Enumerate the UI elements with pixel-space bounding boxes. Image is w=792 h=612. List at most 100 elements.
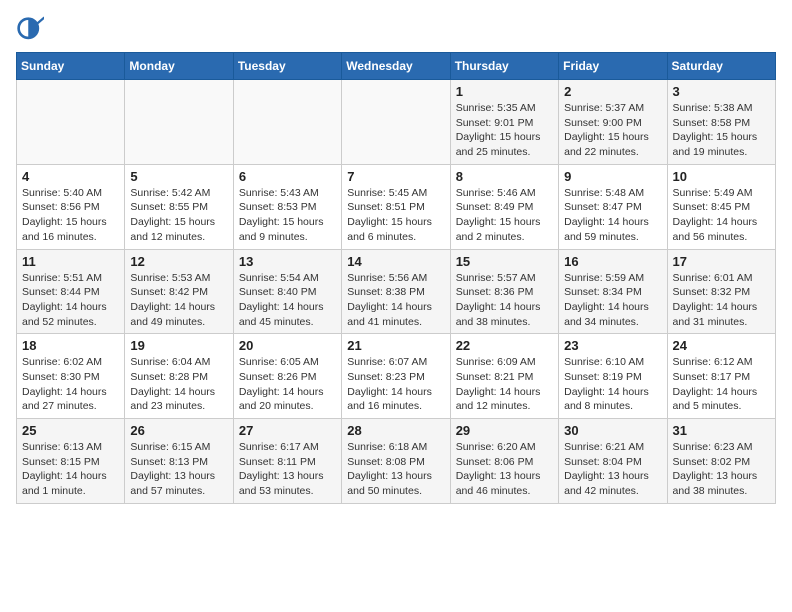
calendar-cell: 15 Sunrise: 5:57 AM Sunset: 8:36 PM Dayli… [450,249,558,334]
calendar-cell: 2 Sunrise: 5:37 AM Sunset: 9:00 PM Daylig… [559,80,667,165]
day-info: Sunrise: 5:38 AM Sunset: 8:58 PM Dayligh… [673,101,770,160]
day-info: Sunrise: 5:56 AM Sunset: 8:38 PM Dayligh… [347,271,444,330]
day-number: 15 [456,254,553,269]
calendar-cell: 17 Sunrise: 6:01 AM Sunset: 8:32 PM Dayli… [667,249,775,334]
day-info: Sunrise: 6:09 AM Sunset: 8:21 PM Dayligh… [456,355,553,414]
day-info: Sunrise: 5:45 AM Sunset: 8:51 PM Dayligh… [347,186,444,245]
day-number: 16 [564,254,661,269]
day-number: 31 [673,423,770,438]
calendar-cell: 8 Sunrise: 5:46 AM Sunset: 8:49 PM Daylig… [450,164,558,249]
col-header-wednesday: Wednesday [342,53,450,80]
day-info: Sunrise: 5:51 AM Sunset: 8:44 PM Dayligh… [22,271,119,330]
calendar-cell: 23 Sunrise: 6:10 AM Sunset: 8:19 PM Dayli… [559,334,667,419]
calendar-cell [233,80,341,165]
day-number: 2 [564,84,661,99]
calendar-week-row: 11 Sunrise: 5:51 AM Sunset: 8:44 PM Dayli… [17,249,776,334]
day-info: Sunrise: 5:57 AM Sunset: 8:36 PM Dayligh… [456,271,553,330]
day-info: Sunrise: 5:53 AM Sunset: 8:42 PM Dayligh… [130,271,227,330]
day-number: 6 [239,169,336,184]
col-header-tuesday: Tuesday [233,53,341,80]
day-info: Sunrise: 6:13 AM Sunset: 8:15 PM Dayligh… [22,440,119,499]
calendar-cell: 25 Sunrise: 6:13 AM Sunset: 8:15 PM Dayli… [17,419,125,504]
calendar-cell: 29 Sunrise: 6:20 AM Sunset: 8:06 PM Dayli… [450,419,558,504]
calendar-cell: 24 Sunrise: 6:12 AM Sunset: 8:17 PM Dayli… [667,334,775,419]
day-info: Sunrise: 6:15 AM Sunset: 8:13 PM Dayligh… [130,440,227,499]
day-number: 25 [22,423,119,438]
calendar-cell: 18Sunrise: 6:02 AM Sunset: 8:30 PM Dayli… [17,334,125,419]
day-number: 27 [239,423,336,438]
day-info: Sunrise: 6:20 AM Sunset: 8:06 PM Dayligh… [456,440,553,499]
calendar-cell: 6 Sunrise: 5:43 AM Sunset: 8:53 PM Daylig… [233,164,341,249]
day-info: Sunrise: 5:48 AM Sunset: 8:47 PM Dayligh… [564,186,661,245]
day-number: 14 [347,254,444,269]
calendar-cell: 1 Sunrise: 5:35 AM Sunset: 9:01 PM Daylig… [450,80,558,165]
calendar-cell: 13 Sunrise: 5:54 AM Sunset: 8:40 PM Dayli… [233,249,341,334]
day-number: 29 [456,423,553,438]
day-info: Sunrise: 6:18 AM Sunset: 8:08 PM Dayligh… [347,440,444,499]
logo [16,16,48,44]
calendar-cell: 28 Sunrise: 6:18 AM Sunset: 8:08 PM Dayli… [342,419,450,504]
calendar-cell: 4 Sunrise: 5:40 AM Sunset: 8:56 PM Daylig… [17,164,125,249]
calendar-cell [17,80,125,165]
calendar-cell: 12 Sunrise: 5:53 AM Sunset: 8:42 PM Dayli… [125,249,233,334]
day-number: 5 [130,169,227,184]
calendar-cell: 11 Sunrise: 5:51 AM Sunset: 8:44 PM Dayli… [17,249,125,334]
day-info: Sunrise: 5:59 AM Sunset: 8:34 PM Dayligh… [564,271,661,330]
day-info: Sunrise: 5:54 AM Sunset: 8:40 PM Dayligh… [239,271,336,330]
calendar-cell: 19Sunrise: 6:04 AM Sunset: 8:28 PM Dayli… [125,334,233,419]
calendar-cell: 20 Sunrise: 6:05 AM Sunset: 8:26 PM Dayli… [233,334,341,419]
calendar-cell: 22 Sunrise: 6:09 AM Sunset: 8:21 PM Dayli… [450,334,558,419]
day-number: 10 [673,169,770,184]
day-number: 23 [564,338,661,353]
day-info: Sunrise: 5:46 AM Sunset: 8:49 PM Dayligh… [456,186,553,245]
day-info: Sunrise: 5:49 AM Sunset: 8:45 PM Dayligh… [673,186,770,245]
day-info: Sunrise: 6:10 AM Sunset: 8:19 PM Dayligh… [564,355,661,414]
calendar-cell: 31 Sunrise: 6:23 AM Sunset: 8:02 PM Dayli… [667,419,775,504]
day-info: Sunrise: 6:01 AM Sunset: 8:32 PM Dayligh… [673,271,770,330]
day-number: 11 [22,254,119,269]
day-number: 22 [456,338,553,353]
day-info: Sunrise: 6:05 AM Sunset: 8:26 PM Dayligh… [239,355,336,414]
calendar-week-row: 4 Sunrise: 5:40 AM Sunset: 8:56 PM Daylig… [17,164,776,249]
calendar-table: SundayMondayTuesdayWednesdayThursdayFrid… [16,52,776,504]
calendar-cell: 26Sunrise: 6:15 AM Sunset: 8:13 PM Dayli… [125,419,233,504]
calendar-week-row: 1 Sunrise: 5:35 AM Sunset: 9:01 PM Daylig… [17,80,776,165]
day-info: Sunrise: 5:40 AM Sunset: 8:56 PM Dayligh… [22,186,119,245]
day-info: Sunrise: 5:37 AM Sunset: 9:00 PM Dayligh… [564,101,661,160]
day-info: Sunrise: 5:35 AM Sunset: 9:01 PM Dayligh… [456,101,553,160]
day-number: 4 [22,169,119,184]
day-info: Sunrise: 5:42 AM Sunset: 8:55 PM Dayligh… [130,186,227,245]
day-number: 8 [456,169,553,184]
day-info: Sunrise: 6:17 AM Sunset: 8:11 PM Dayligh… [239,440,336,499]
day-number: 3 [673,84,770,99]
day-number: 17 [673,254,770,269]
logo-icon [16,16,44,44]
calendar-cell: 3 Sunrise: 5:38 AM Sunset: 8:58 PM Daylig… [667,80,775,165]
calendar-cell: 27 Sunrise: 6:17 AM Sunset: 8:11 PM Dayli… [233,419,341,504]
calendar-cell: 14 Sunrise: 5:56 AM Sunset: 8:38 PM Dayli… [342,249,450,334]
col-header-friday: Friday [559,53,667,80]
day-info: Sunrise: 6:21 AM Sunset: 8:04 PM Dayligh… [564,440,661,499]
calendar-header-row: SundayMondayTuesdayWednesdayThursdayFrid… [17,53,776,80]
calendar-cell [125,80,233,165]
day-number: 30 [564,423,661,438]
day-number: 13 [239,254,336,269]
calendar-cell: 10 Sunrise: 5:49 AM Sunset: 8:45 PM Dayli… [667,164,775,249]
day-info: Sunrise: 6:23 AM Sunset: 8:02 PM Dayligh… [673,440,770,499]
day-number: 12 [130,254,227,269]
day-info: Sunrise: 6:12 AM Sunset: 8:17 PM Dayligh… [673,355,770,414]
calendar-cell: 30 Sunrise: 6:21 AM Sunset: 8:04 PM Dayli… [559,419,667,504]
day-number: 24 [673,338,770,353]
calendar-cell: 21Sunrise: 6:07 AM Sunset: 8:23 PM Dayli… [342,334,450,419]
calendar-week-row: 25 Sunrise: 6:13 AM Sunset: 8:15 PM Dayli… [17,419,776,504]
calendar-cell: 16 Sunrise: 5:59 AM Sunset: 8:34 PM Dayli… [559,249,667,334]
calendar-cell: 5 Sunrise: 5:42 AM Sunset: 8:55 PM Daylig… [125,164,233,249]
day-number: 20 [239,338,336,353]
day-number: 28 [347,423,444,438]
day-number: 18 [22,338,119,353]
calendar-cell: 7Sunrise: 5:45 AM Sunset: 8:51 PM Daylig… [342,164,450,249]
day-number: 19 [130,338,227,353]
day-info: Sunrise: 5:43 AM Sunset: 8:53 PM Dayligh… [239,186,336,245]
day-number: 1 [456,84,553,99]
col-header-sunday: Sunday [17,53,125,80]
